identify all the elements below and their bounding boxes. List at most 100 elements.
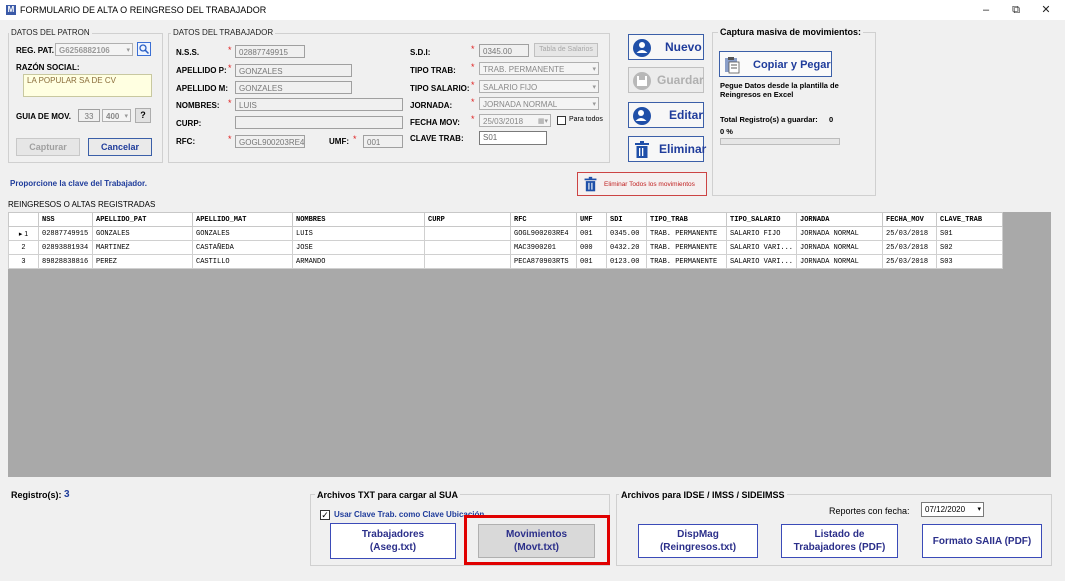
cell-apellido-mat[interactable]: CASTAÑEDA [192,240,293,255]
required-icon: * [471,114,475,124]
table-row[interactable]: 3 89828838816 PEREZ CASTILLO ARMANDO PEC… [8,254,1004,269]
cell-umf[interactable]: 001 [576,226,607,241]
cell-fecha-mov[interactable]: 25/03/2018 [882,240,938,255]
cell-apellido-pat[interactable]: MARTINEZ [92,240,193,255]
close-button[interactable]: ✕ [1032,2,1060,18]
copiar-pegar-button[interactable]: Copiar y Pegar [719,51,832,77]
column-header[interactable]: APELLIDO_MAT [192,212,293,227]
cell-fecha-mov[interactable]: 25/03/2018 [882,254,938,269]
cell-jornada[interactable]: JORNADA NORMAL [796,254,884,269]
column-header[interactable]: TIPO_TRAB [646,212,727,227]
cell-nombres[interactable]: ARMANDO [292,254,425,269]
search-button[interactable] [137,42,151,56]
nuevo-button[interactable]: Nuevo [628,34,704,60]
eliminar-button[interactable]: Eliminar [628,136,706,162]
minimize-button[interactable]: – [972,2,1000,18]
reportes-fecha-picker[interactable]: 07/12/2020 ▾ [921,502,984,517]
trabajadores-aseg-button[interactable]: Trabajadores (Aseg.txt) [330,523,456,559]
cell-umf[interactable]: 001 [576,254,607,269]
cell-clave-trab[interactable]: S02 [936,240,1004,255]
formato-saiia-button[interactable]: Formato SAIIA (PDF) [922,524,1042,558]
cell-jornada[interactable]: JORNADA NORMAL [796,226,884,241]
curp-field[interactable] [235,116,403,129]
cell-apellido-pat[interactable]: GONZALES [92,226,193,241]
nombres-field[interactable]: LUIS [235,98,403,111]
listado-trabajadores-button[interactable]: Listado de Trabajadores (PDF) [781,524,898,558]
column-header[interactable]: JORNADA [796,212,884,227]
cell-curp[interactable] [424,240,511,255]
rfc-field[interactable]: GOGL900203RE4 [235,135,305,148]
editar-button[interactable]: Editar [628,102,704,128]
column-header[interactable]: NSS [38,212,93,227]
sdi-field[interactable]: 0345.00 [479,44,529,57]
cell-rfc[interactable]: GOGL900203RE4 [510,226,577,241]
clave-trab-field[interactable]: S01 [479,131,547,145]
apellido-m-field[interactable]: GONZALES [235,81,352,94]
tabla-salarios-button[interactable]: Tabla de Salarios [534,43,598,57]
row-header[interactable]: ▸ 1 [8,226,39,241]
column-header[interactable]: UMF [576,212,607,227]
jornada-select[interactable]: JORNADA NORMAL ▾ [479,97,599,110]
cell-nombres[interactable]: JOSE [292,240,425,255]
help-button[interactable]: ? [135,108,151,123]
table-row[interactable]: ▸ 1 02887749915 GONZALES GONZALES LUIS G… [8,226,1004,241]
guia-mov-select[interactable]: 400 ▾ [102,109,131,122]
cell-curp[interactable] [424,254,511,269]
cell-nss[interactable]: 89828838816 [38,254,93,269]
tipo-salario-select[interactable]: SALARIO FIJO ▾ [479,80,599,93]
cell-nss[interactable]: 02887749915 [38,226,93,241]
cell-curp[interactable] [424,226,511,241]
reg-pat-select[interactable]: G6256882106 ▾ [55,43,133,56]
cancelar-button[interactable]: Cancelar [88,138,152,156]
cell-tipo-salario[interactable]: SALARIO VARI... [725,254,798,269]
apellido-p-field[interactable]: GONZALES [235,64,352,77]
cell-rfc[interactable]: PECA870903RTS [510,254,577,269]
table-row[interactable]: 2 02893881934 MARTINEZ CASTAÑEDA JOSE MA… [8,240,1004,255]
cell-sdi[interactable]: 0345.00 [606,226,647,241]
cell-clave-trab[interactable]: S03 [936,254,1004,269]
movimientos-movt-button[interactable]: Movimientos (Movt.txt) [478,524,595,558]
required-icon: * [353,134,357,144]
cell-sdi[interactable]: 0123.00 [606,254,647,269]
capturar-button[interactable]: Capturar [16,138,80,156]
para-todos-checkbox[interactable] [557,116,566,125]
cell-umf[interactable]: 000 [576,240,607,255]
chevron-down-icon: ▾ [592,101,596,108]
column-header[interactable]: RFC [510,212,577,227]
tipo-salario-value: SALARIO FIJO [483,83,538,92]
column-header[interactable]: TIPO_SALARIO [725,212,798,227]
nss-field[interactable]: 02887749915 [235,45,305,58]
column-header[interactable]: NOMBRES [292,212,425,227]
trash-icon [635,141,649,158]
column-header[interactable]: CURP [424,212,511,227]
cell-apellido-pat[interactable]: PEREZ [92,254,193,269]
cell-tipo-trab[interactable]: TRAB. PERMANENTE [646,254,727,269]
cell-fecha-mov[interactable]: 25/03/2018 [882,226,938,241]
cell-tipo-salario[interactable]: SALARIO VARI... [725,240,798,255]
row-header[interactable]: 3 [8,254,39,269]
cell-jornada[interactable]: JORNADA NORMAL [796,240,884,255]
column-header[interactable]: SDI [606,212,647,227]
cell-nombres[interactable]: LUIS [292,226,425,241]
cell-tipo-salario[interactable]: SALARIO FIJO [725,226,798,241]
restore-button[interactable]: ⧉ [1002,2,1030,18]
row-header[interactable]: 2 [8,240,39,255]
dispmag-button[interactable]: DispMag (Reingresos.txt) [638,524,758,558]
fecha-mov-picker[interactable]: 25/03/2018 ▦▾ [479,114,551,127]
usar-clave-checkbox[interactable]: ✓ [320,510,330,520]
cell-sdi[interactable]: 0432.20 [606,240,647,255]
cell-rfc[interactable]: MAC3900201 [510,240,577,255]
guardar-button[interactable]: Guardar [628,67,704,93]
cell-tipo-trab[interactable]: TRAB. PERMANENTE [646,226,727,241]
cell-apellido-mat[interactable]: CASTILLO [192,254,293,269]
cell-nss[interactable]: 02893881934 [38,240,93,255]
tipo-trab-select[interactable]: TRAB. PERMANENTE ▾ [479,62,599,75]
cell-tipo-trab[interactable]: TRAB. PERMANENTE [646,240,727,255]
column-header[interactable]: CLAVE_TRAB [936,212,1004,227]
column-header[interactable]: APELLIDO_PAT [92,212,193,227]
column-header[interactable]: FECHA_MOV [882,212,938,227]
eliminar-todos-button[interactable]: Eliminar Todos los movimientos [577,172,707,196]
cell-clave-trab[interactable]: S01 [936,226,1004,241]
umf-field[interactable]: 001 [363,135,403,148]
cell-apellido-mat[interactable]: GONZALES [192,226,293,241]
